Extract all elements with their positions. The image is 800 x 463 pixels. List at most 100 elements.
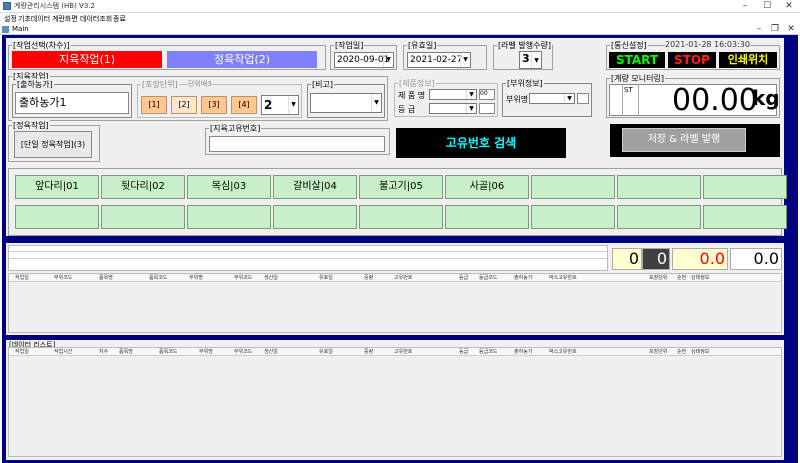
chevron-down-icon[interactable]: ▼ xyxy=(288,96,298,114)
label-count-label: [라벨 발행수량] xyxy=(497,40,552,51)
label-count-select[interactable]: 3 ▼ xyxy=(519,51,542,69)
menu-screen[interactable]: 계란화면 xyxy=(52,14,78,24)
minimize-icon[interactable]: – xyxy=(734,0,756,13)
save-label-button[interactable]: 저장 & 라벨 발행 xyxy=(622,128,746,152)
expire-date-label: [유효일] xyxy=(407,40,438,51)
part-button-2[interactable]: 뒷다리|02 xyxy=(101,175,185,199)
child-close-icon[interactable]: ✕ xyxy=(780,24,800,35)
part-button-6[interactable]: 사골|06 xyxy=(445,175,529,199)
work-date-group: [작업일] 2020-09-01 ▼ xyxy=(330,40,397,70)
part-name-select[interactable]: ▼ xyxy=(529,93,575,104)
maximize-icon[interactable]: ☐ xyxy=(756,0,778,13)
top-panel: [작업선택(차수)] 지육작업(1) 정육작업(2) [작업일] 2020-09… xyxy=(6,38,787,236)
pack-button-3[interactable]: [3] xyxy=(201,96,227,114)
chevron-down-icon[interactable]: ▼ xyxy=(383,53,393,67)
meat-work-group: [정육작업] [단일 정육작업](3) xyxy=(8,120,100,162)
data-list-header: 작업일 작업시간 차수 품목명 품목코드 부위명 부위코드 생산일 유효일 중량… xyxy=(9,348,781,356)
part-button-8[interactable] xyxy=(617,175,701,199)
expire-date-picker[interactable]: 2021-02-27 ▼ xyxy=(407,52,471,68)
col-header: 중량 xyxy=(364,349,374,355)
farm-field[interactable]: 출하농가1 xyxy=(15,92,129,114)
part-info-group: [부위정보] 부위명 ▼ xyxy=(502,78,592,117)
unique-number-field[interactable] xyxy=(209,136,385,152)
part-button-17[interactable] xyxy=(617,205,701,229)
part-button-14[interactable] xyxy=(359,205,443,229)
col-header: 작업일 xyxy=(15,275,29,281)
chevron-down-icon[interactable]: ▼ xyxy=(564,94,574,103)
part-button-1[interactable]: 앞다리|01 xyxy=(15,175,99,199)
chevron-down-icon[interactable]: ▼ xyxy=(371,94,381,112)
grade-code-field[interactable] xyxy=(479,103,495,114)
unique-search-button[interactable]: 고유번호 검색 xyxy=(396,128,566,158)
chevron-down-icon[interactable]: ▼ xyxy=(466,90,476,99)
print-position-button[interactable]: 인쇄위치 xyxy=(719,52,777,68)
monitor-group: [계량 모니터링] ST 00.00 kg xyxy=(606,73,780,118)
menu-query[interactable]: 데이터조회 xyxy=(80,14,112,24)
part-button-10[interactable] xyxy=(15,205,99,229)
carcass-work-button[interactable]: 지육작업(1) xyxy=(12,51,162,68)
part-button-15[interactable] xyxy=(445,205,529,229)
part-button-4[interactable]: 갈비살|04 xyxy=(273,175,357,199)
col-header: 품목코드 xyxy=(159,349,178,355)
pack-button-2[interactable]: [2] xyxy=(171,96,197,114)
chevron-down-icon[interactable]: ▼ xyxy=(460,53,470,67)
col-header: 품목코드 xyxy=(149,275,168,281)
col-header: 부위코드 xyxy=(234,275,253,281)
count-value-2: 0 xyxy=(642,248,670,270)
part-button-3[interactable]: 목심|03 xyxy=(187,175,271,199)
child-title: Main xyxy=(12,25,29,33)
start-button[interactable]: START xyxy=(609,52,665,68)
col-header: 부위명 xyxy=(189,275,203,281)
weight-sum-value: 0.0 xyxy=(672,248,728,270)
work-date-picker[interactable]: 2020-09-01 ▼ xyxy=(334,52,394,68)
col-header: 등급코드 xyxy=(479,275,498,281)
part-button-11[interactable] xyxy=(101,205,185,229)
col-header: 순번 xyxy=(677,275,687,281)
menu-exit[interactable]: 종료 xyxy=(113,14,126,24)
product-name-select[interactable]: ▼ xyxy=(429,89,477,100)
product-info-label: [제품정보] xyxy=(398,78,436,89)
chevron-down-icon[interactable]: ▼ xyxy=(531,52,541,68)
meat-work-button[interactable]: 정육작업(2) xyxy=(167,51,317,68)
weight-display: ST 00.00 kg xyxy=(609,83,780,118)
weight-unit: kg xyxy=(752,86,780,110)
single-meat-work-button[interactable]: [단일 정육작업](3) xyxy=(14,131,92,158)
part-button-5[interactable]: 불고기|05 xyxy=(359,175,443,199)
col-header: 고유번호 xyxy=(394,275,413,281)
col-header: 작업시간 xyxy=(54,349,73,355)
menu-basedata[interactable]: 기초데이터 xyxy=(18,14,50,24)
pack-button-4[interactable]: [4] xyxy=(231,96,257,114)
part-button-12[interactable] xyxy=(187,205,271,229)
part-button-9[interactable] xyxy=(703,175,787,199)
pack-unit-select[interactable]: 2 ▼ xyxy=(261,95,299,115)
part-button-16[interactable] xyxy=(531,205,615,229)
part-button-18[interactable] xyxy=(703,205,787,229)
col-header: 포장단위 xyxy=(649,275,668,281)
farm-group: [출하농가] 출하농가1 xyxy=(12,79,132,118)
grade-select[interactable]: ▼ xyxy=(429,103,477,114)
part-button-13[interactable] xyxy=(273,205,357,229)
col-header: 박스고유번호 xyxy=(549,349,577,355)
part-button-7[interactable] xyxy=(531,175,615,199)
comm-label: [통신설정] xyxy=(610,40,648,51)
close-icon[interactable]: ✕ xyxy=(778,0,800,13)
col-header: 부위코드 xyxy=(54,275,73,281)
col-header: 품목명 xyxy=(119,349,133,355)
middle-panel: 0 0 0.0 0.0 작업일 부위코드 품목명 품목코드 부위명 부위코드 생… xyxy=(6,243,784,335)
parts-grid: 앞다리|01 뒷다리|02 목심|03 갈비살|04 불고기|05 사골|06 xyxy=(8,168,787,236)
col-header: 생산일 xyxy=(264,275,278,281)
stop-button[interactable]: STOP xyxy=(668,52,716,68)
data-list-grid[interactable]: 작업일 작업시간 차수 품목명 품목코드 부위명 부위코드 생산일 유효일 중량… xyxy=(8,347,782,457)
pack-unit-group: [포장단위] 단위배3 [1] [2] [3] [4] 2 ▼ xyxy=(137,79,302,118)
monitor-label: [계량 모니터링] xyxy=(610,73,665,84)
note-select[interactable]: ▼ xyxy=(310,93,382,113)
product-code-field[interactable]: 00 xyxy=(479,89,495,100)
col-header: 상태정보 xyxy=(691,275,710,281)
chevron-down-icon[interactable]: ▼ xyxy=(466,104,476,113)
pack-button-1[interactable]: [1] xyxy=(141,96,167,114)
expire-date-group: [유효일] 2021-02-27 ▼ xyxy=(403,40,487,70)
menu-settings[interactable]: 설정 xyxy=(4,14,17,24)
part-code-field[interactable] xyxy=(577,93,589,104)
middle-data-grid[interactable]: 작업일 부위코드 품목명 품목코드 부위명 부위코드 생산일 유효일 중량 고유… xyxy=(8,273,782,333)
summary-grid xyxy=(8,245,608,271)
